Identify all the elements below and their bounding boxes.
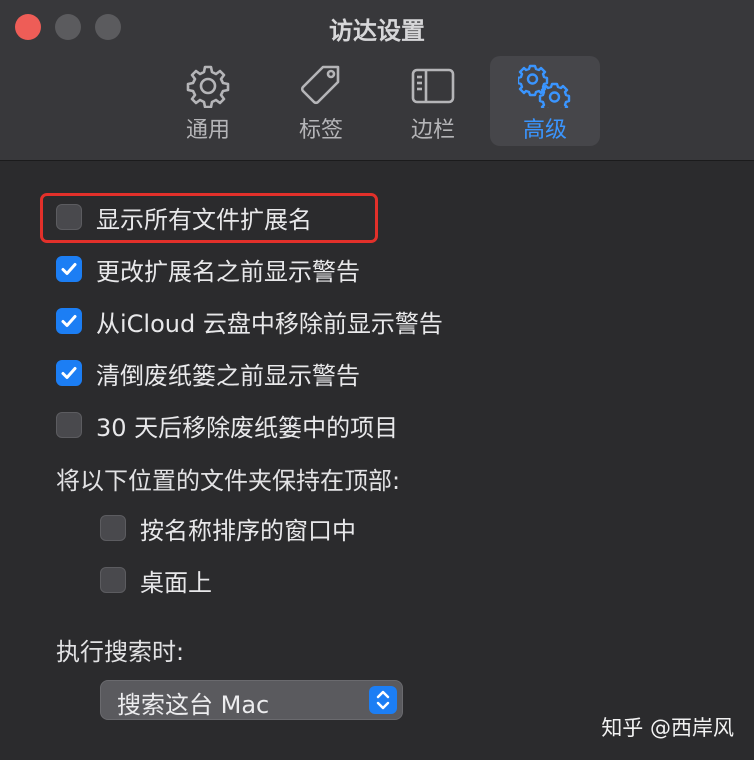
option-warn-empty-trash[interactable]: 清倒废纸篓之前显示警告 xyxy=(56,355,360,391)
option-show-all-extensions[interactable]: 显示所有文件扩展名 xyxy=(56,199,312,235)
checkbox[interactable] xyxy=(100,515,126,541)
tab-general[interactable]: 通用 xyxy=(153,56,263,146)
updown-chevron-icon xyxy=(369,686,397,714)
checkbox[interactable] xyxy=(100,567,126,593)
option-label: 清倒废纸篓之前显示警告 xyxy=(96,361,360,390)
tab-tags-label: 标签 xyxy=(298,118,343,143)
checkbox[interactable] xyxy=(56,360,82,386)
checkbox[interactable] xyxy=(56,412,82,438)
window-title: 访达设置 xyxy=(329,17,425,45)
checkmark-icon xyxy=(61,367,77,379)
gear-icon xyxy=(186,65,230,108)
option-folders-top-windows[interactable]: 按名称排序的窗口中 xyxy=(100,510,356,546)
checkbox[interactable] xyxy=(56,204,82,230)
option-label: 30 天后移除废纸篓中的项目 xyxy=(96,413,399,442)
option-label: 桌面上 xyxy=(140,568,212,597)
option-warn-icloud-remove[interactable]: 从iCloud 云盘中移除前显示警告 xyxy=(56,303,443,339)
tab-tags[interactable]: 标签 xyxy=(266,56,376,146)
tag-icon xyxy=(300,65,340,105)
tab-sidebar-label: 边栏 xyxy=(410,118,455,143)
checkmark-icon xyxy=(61,315,77,327)
tab-advanced[interactable]: 高级 xyxy=(490,56,600,146)
checkmark-icon xyxy=(61,263,77,275)
option-label: 按名称排序的窗口中 xyxy=(140,516,356,545)
search-scope-select[interactable]: 搜索这台 Mac xyxy=(100,680,403,720)
option-label: 显示所有文件扩展名 xyxy=(96,205,312,234)
checkbox[interactable] xyxy=(56,256,82,282)
checkbox[interactable] xyxy=(56,308,82,334)
tab-advanced-label: 高级 xyxy=(522,118,567,143)
tab-sidebar[interactable]: 边栏 xyxy=(378,56,488,146)
search-scope-heading: 执行搜索时: xyxy=(56,638,185,666)
sidebar-icon xyxy=(411,68,455,104)
option-remove-trash-30-days[interactable]: 30 天后移除废纸篓中的项目 xyxy=(56,407,398,443)
option-folders-top-desktop[interactable]: 桌面上 xyxy=(100,562,212,598)
folders-on-top-heading: 将以下位置的文件夹保持在顶部: xyxy=(56,467,401,495)
gears-icon xyxy=(518,64,571,108)
search-scope-value: 搜索这台 Mac xyxy=(117,691,270,719)
option-label: 从iCloud 云盘中移除前显示警告 xyxy=(96,309,443,338)
window-titlebar: 访达设置 通用 标签 边栏 高级 xyxy=(0,0,754,161)
option-warn-change-extension[interactable]: 更改扩展名之前显示警告 xyxy=(56,251,360,287)
option-label: 更改扩展名之前显示警告 xyxy=(96,257,360,286)
tab-general-label: 通用 xyxy=(185,118,230,143)
watermark: 知乎 @西岸风 xyxy=(601,716,734,740)
